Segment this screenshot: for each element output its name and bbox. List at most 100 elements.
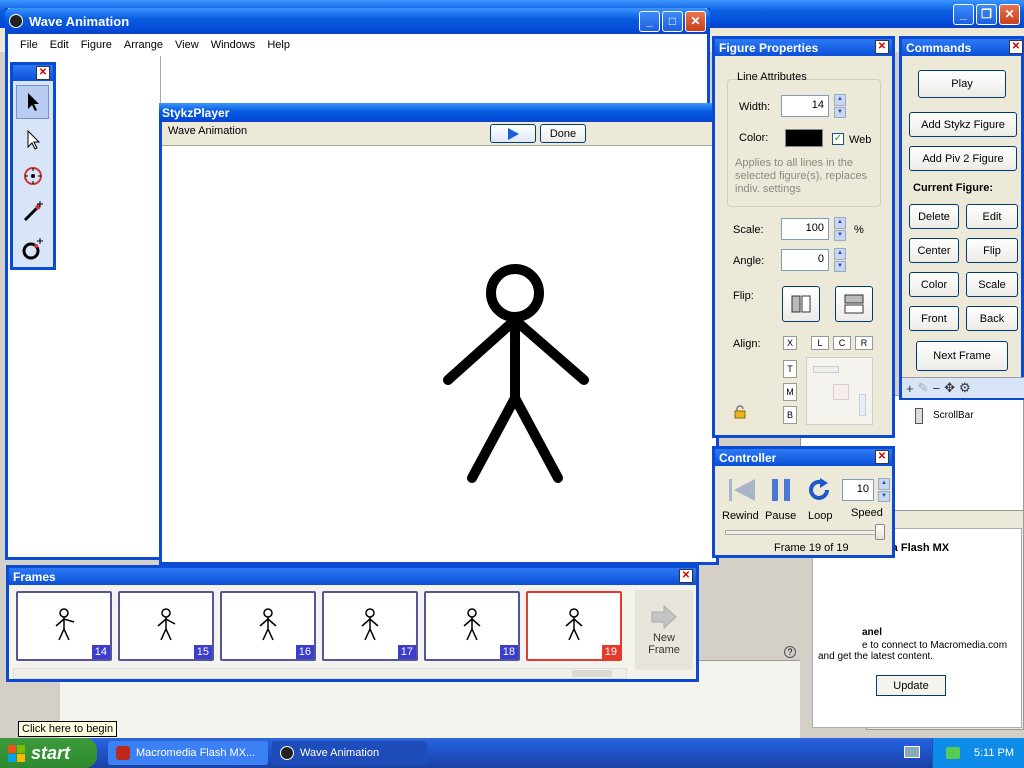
frames-strip: 14 15 16 17 18 19 [13,588,627,668]
frame-thumbnail[interactable]: 15 [118,591,214,661]
add-stykz-figure-button[interactable]: Add Stykz Figure [909,112,1017,137]
start-tooltip: Click here to begin [18,721,118,737]
frame-number: 15 [193,645,212,659]
width-label: Width: [739,101,771,113]
frame-slider-thumb[interactable] [875,524,885,540]
player-project-name: Wave Animation [168,125,248,137]
menu-view[interactable]: View [169,39,205,51]
close-icon[interactable]: ✕ [685,10,706,32]
done-button[interactable]: Done [540,124,586,143]
add-circle-icon[interactable] [16,232,49,266]
rewind-icon[interactable] [727,477,757,503]
align-bottom-button[interactable]: B [783,406,797,424]
plus-icon[interactable]: + [906,381,914,396]
web-checkbox[interactable]: ✓ [832,133,844,145]
menu-edit[interactable]: Edit [44,39,75,51]
menu-windows[interactable]: Windows [205,39,262,51]
flip-button[interactable]: Flip [966,238,1018,263]
align-center-button[interactable]: C [833,336,851,350]
color-swatch[interactable] [785,129,823,147]
width-stepper[interactable]: ▲ ▼ [834,94,846,118]
frame-thumbnail[interactable]: 14 [16,591,112,661]
frame-thumbnail[interactable]: 18 [424,591,520,661]
menu-arrange[interactable]: Arrange [118,39,169,51]
figure-properties-close-icon[interactable]: ✕ [875,40,889,54]
maximize-icon[interactable]: □ [662,10,683,32]
width-field[interactable]: 14 [781,95,829,117]
scale-button[interactable]: Scale [966,272,1018,297]
minus-icon[interactable]: − [933,381,941,396]
controller-title: Controller [719,451,777,465]
frame-number: 17 [397,645,416,659]
add-piv-figure-button[interactable]: Add Piv 2 Figure [909,146,1017,171]
task-flash[interactable]: Macromedia Flash MX... [108,741,268,765]
flip-vertical-button[interactable] [835,286,873,322]
loop-icon[interactable] [807,477,833,503]
menu-help[interactable]: Help [261,39,296,51]
align-right-button[interactable]: R [855,336,873,350]
minimize-icon[interactable]: _ [639,10,660,32]
arrow-right-icon [651,604,677,629]
menu-figure[interactable]: Figure [75,39,118,51]
menu-file[interactable]: File [14,39,44,51]
help-icon[interactable]: ? [784,646,796,658]
flash-minimize-icon[interactable]: _ [953,3,974,25]
direct-select-icon[interactable] [16,123,49,157]
commands-close-icon[interactable]: ✕ [1009,40,1023,54]
frame-thumbnail-selected[interactable]: 19 [526,591,622,661]
frames-close-icon[interactable]: ✕ [679,569,693,583]
front-button[interactable]: Front [909,306,959,331]
controller-close-icon[interactable]: ✕ [875,450,889,464]
flash-restore-icon[interactable]: ❐ [976,3,997,25]
edit-button[interactable]: Edit [966,204,1018,229]
current-figure-label: Current Figure: [913,182,994,194]
align-middle-button[interactable]: M [783,383,797,401]
angle-field[interactable]: 0 [781,249,829,271]
speed-stepper[interactable]: ▲ ▼ [878,478,890,502]
frame-thumbnail[interactable]: 17 [322,591,418,661]
frame-slider-track[interactable] [725,530,885,535]
line-attributes-label: Line Attributes [737,71,807,83]
stick-figure [443,264,589,483]
lock-icon[interactable] [734,405,746,419]
speed-field[interactable]: 10 [842,479,874,501]
angle-stepper[interactable]: ▲ ▼ [834,248,846,272]
next-frame-button[interactable]: Next Frame [916,341,1008,371]
select-arrow-icon[interactable] [16,85,49,119]
align-x-button[interactable]: X [783,336,797,350]
flash-close-icon[interactable]: ✕ [999,3,1020,25]
frame-number: 14 [91,645,110,659]
frames-scrollbar[interactable] [13,668,627,679]
update-button[interactable]: Update [876,675,946,696]
settings-icon[interactable]: ⚙ [959,380,971,396]
scale-label: Scale: [733,224,764,236]
start-button[interactable]: start [0,738,97,768]
player-play-button[interactable] [490,124,536,143]
commands-title: Commands [906,41,972,55]
scale-stepper[interactable]: ▲ ▼ [834,217,846,241]
tools-close-icon[interactable]: ✕ [36,66,50,80]
align-preview [806,357,873,425]
keyboard-icon[interactable] [904,746,920,758]
pivot-tool-icon[interactable] [16,159,49,193]
flip-horizontal-button[interactable] [782,286,820,322]
center-button[interactable]: Center [909,238,959,263]
delete-button[interactable]: Delete [909,204,959,229]
new-frame-button[interactable]: New Frame [635,590,693,670]
move-icon[interactable]: ✥ [944,380,955,396]
add-line-icon[interactable] [16,195,49,229]
tray-icon[interactable] [945,747,960,759]
system-tray: 5:11 PM [932,738,1024,768]
color-button[interactable]: Color [909,272,959,297]
scale-field[interactable]: 100 [781,218,829,240]
back-button[interactable]: Back [966,306,1018,331]
task-wave-animation[interactable]: Wave Animation [272,741,427,765]
pause-icon[interactable] [770,477,794,503]
align-left-button[interactable]: L [811,336,829,350]
pencil-icon[interactable]: ✎ [918,380,929,396]
tools-palette: ✕ [10,62,56,270]
flash-task-icon [116,746,130,760]
align-top-button[interactable]: T [783,360,797,378]
play-button[interactable]: Play [918,70,1006,98]
frame-thumbnail[interactable]: 16 [220,591,316,661]
